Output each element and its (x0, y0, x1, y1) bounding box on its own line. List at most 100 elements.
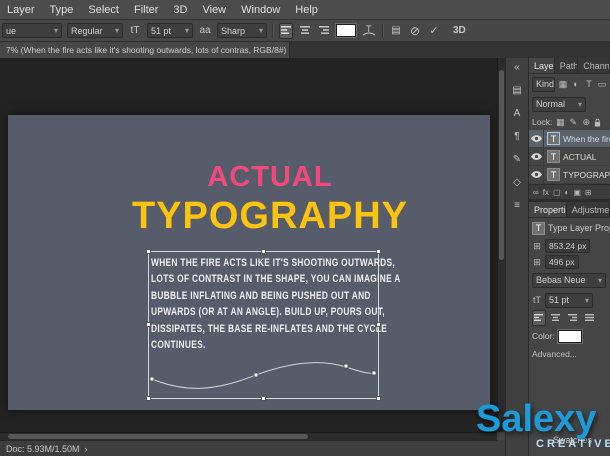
menu-item-window[interactable]: Window (241, 4, 280, 16)
menu-item-filter[interactable]: Filter (134, 4, 158, 16)
horizontal-scrollbar[interactable] (0, 432, 497, 440)
tab-channels[interactable]: Channels (578, 58, 610, 73)
filter-type-icon[interactable]: T (584, 79, 594, 89)
layer-styles-button[interactable]: fx (543, 188, 549, 197)
align-center-button[interactable] (298, 23, 312, 39)
layer-row-when-the-fire[interactable]: T When the fire (529, 130, 610, 148)
paragraph-panel-icon[interactable]: ¶ (508, 129, 526, 143)
type-color-swatch[interactable] (557, 329, 582, 343)
options-bar: ue ▾ Regular ▾ tT 51 pt ▾ aa Sharp ▾ T ▤… (0, 20, 610, 42)
scrollbar-thumb[interactable] (8, 434, 308, 439)
document-tab[interactable]: 7% (When the fire acts like it's shootin… (0, 42, 290, 58)
menu-item-view[interactable]: View (202, 4, 226, 16)
menu-item-select[interactable]: Select (88, 4, 119, 16)
chevron-down-icon: ▾ (114, 26, 119, 35)
layer-row-actual[interactable]: T ACTUAL (529, 148, 610, 166)
canvas-document[interactable]: ACTUAL TYPOGRAPHY WHEN THE FIRE ACTS LIK… (8, 115, 490, 410)
lock-paint-icon[interactable]: ✎ (568, 117, 578, 128)
3d-mode-button[interactable]: 3D (452, 23, 467, 39)
transform-handle[interactable] (376, 249, 381, 254)
flyout-arrow-icon[interactable]: › (85, 444, 88, 454)
character-panel-icon[interactable]: A (508, 106, 526, 120)
tab-properties[interactable]: Properties (529, 202, 567, 217)
transform-handle[interactable] (146, 249, 151, 254)
height-field[interactable]: 496 px (545, 255, 579, 269)
new-layer-button[interactable]: ⊞ (585, 188, 592, 197)
properties-title: Type Layer Properties (548, 223, 610, 233)
menu-item-type[interactable]: Type (50, 4, 74, 16)
filter-shape-icon[interactable]: ▭ (597, 79, 607, 90)
lock-transparency-icon[interactable]: ▦ (555, 117, 565, 128)
cancel-edits-button[interactable]: ⊘ (408, 23, 422, 39)
chevron-down-icon: ▾ (584, 295, 589, 305)
font-size-value: 51 pt (151, 25, 172, 36)
align-right-button[interactable] (566, 310, 580, 326)
align-right-button[interactable] (317, 23, 331, 39)
brush-panel-icon[interactable]: ✎ (508, 152, 526, 166)
properties-font-select[interactable]: Bebas Neue ▾ (532, 272, 606, 288)
warp-anchor[interactable] (149, 376, 155, 382)
filter-adjustment-icon[interactable]: ◐ (571, 79, 581, 89)
chevron-down-icon: ▾ (184, 26, 189, 35)
width-field[interactable]: 853.24 px (545, 239, 591, 253)
tab-adjustments[interactable]: Adjustments (567, 202, 610, 217)
history-panel-icon[interactable]: ▤ (508, 83, 526, 97)
align-left-button[interactable] (532, 310, 546, 326)
chevron-down-icon: ▾ (258, 26, 263, 35)
separator (272, 23, 274, 38)
justify-button[interactable] (583, 310, 597, 326)
styles-panel-icon[interactable]: ◇ (508, 175, 526, 189)
font-family-select[interactable]: ue ▾ (2, 23, 62, 38)
toggle-panels-button[interactable]: ▤ (389, 23, 403, 39)
advanced-button[interactable]: Advanced... (532, 349, 577, 359)
collapse-panels-icon[interactable]: « (508, 60, 526, 74)
layer-row-typography[interactable]: T TYPOGRAPHY (529, 166, 610, 184)
type-layer-thumbnail[interactable]: T (547, 132, 560, 145)
properties-size-select[interactable]: 51 pt ▾ (545, 292, 593, 308)
toggle-visibility-button[interactable] (529, 148, 544, 165)
vertical-scrollbar[interactable] (497, 58, 505, 432)
font-size-icon: tT (533, 295, 541, 305)
warp-curve[interactable] (146, 351, 382, 401)
menu-item-layer[interactable]: Layer (7, 4, 35, 16)
transform-handle[interactable] (260, 249, 266, 254)
type-layer-thumbnail[interactable]: T (547, 168, 560, 181)
link-layers-button[interactable]: ∞ (533, 188, 539, 197)
new-adjustment-button[interactable]: ◐ (565, 188, 570, 197)
menu-bar: Layer Type Select Filter 3D View Window … (0, 0, 610, 20)
transform-handle[interactable] (146, 322, 151, 327)
warp-anchor[interactable] (371, 370, 377, 376)
layers-panel-footer: ∞ fx ▢ ◐ ▣ ⊞ (529, 184, 610, 199)
add-mask-button[interactable]: ▢ (553, 188, 561, 197)
toggle-visibility-button[interactable] (529, 166, 544, 183)
panel-menu-icon[interactable]: ≡ (508, 198, 526, 212)
align-left-button[interactable] (279, 22, 293, 39)
tab-layers[interactable]: Layers (529, 58, 555, 73)
layer-filter-select[interactable]: Kind ▾ (532, 76, 555, 92)
type-layer-thumbnail[interactable]: T (547, 150, 560, 163)
lock-position-icon[interactable]: ⊕ (581, 117, 591, 128)
layer-name: TYPOGRAPHY (563, 169, 610, 180)
warp-text-button[interactable]: T (361, 23, 377, 39)
alignment-row (529, 310, 610, 326)
warp-anchor[interactable] (343, 363, 349, 369)
transform-handle[interactable] (376, 322, 381, 327)
font-size-select[interactable]: 51 pt ▾ (147, 23, 193, 38)
scrollbar-thumb[interactable] (499, 70, 504, 260)
lock-all-icon[interactable] (594, 118, 604, 127)
document-tab-title: 7% (When the fire acts like it's shootin… (6, 45, 290, 55)
align-center-button[interactable] (549, 310, 563, 326)
commit-edits-button[interactable]: ✓ (427, 23, 441, 39)
menu-item-help[interactable]: Help (295, 4, 318, 16)
new-group-button[interactable]: ▣ (573, 188, 581, 197)
warp-anchor[interactable] (253, 372, 259, 378)
lock-label: Lock: (532, 117, 553, 127)
filter-pixel-icon[interactable]: ▦ (558, 79, 568, 90)
tab-paths[interactable]: Paths (555, 58, 579, 73)
blend-mode-select[interactable]: Normal ▾ (532, 96, 586, 112)
text-color-swatch[interactable] (336, 24, 356, 37)
toggle-visibility-button[interactable] (529, 130, 544, 147)
menu-item-3d[interactable]: 3D (173, 4, 187, 16)
anti-alias-select[interactable]: Sharp ▾ (217, 23, 267, 38)
font-style-select[interactable]: Regular ▾ (67, 23, 123, 38)
